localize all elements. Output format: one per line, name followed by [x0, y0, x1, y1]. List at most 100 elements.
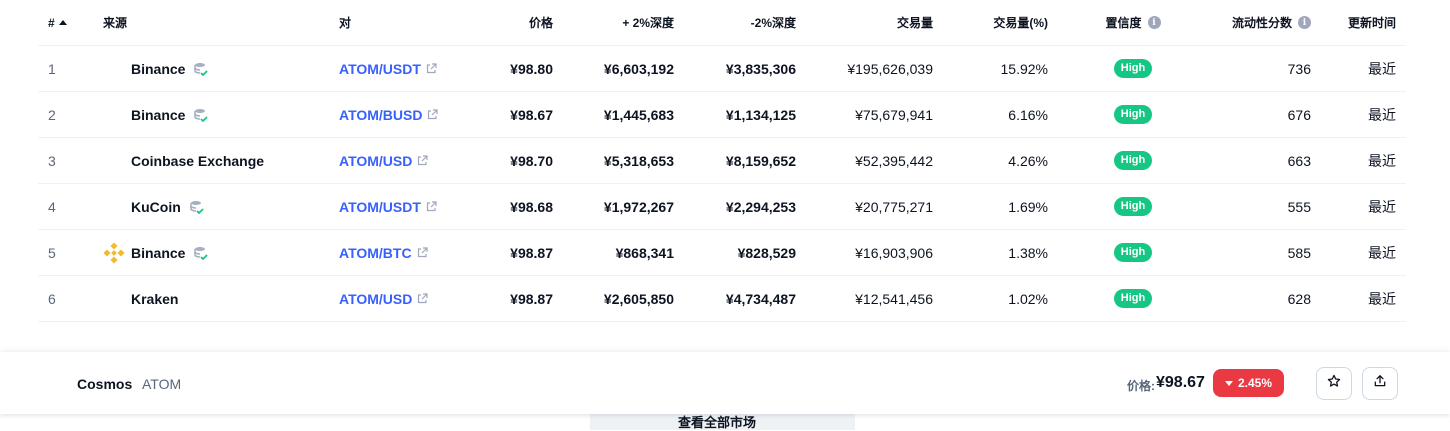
updated: 最近 [1368, 198, 1396, 215]
volume-pct: 15.92% [1000, 60, 1048, 77]
plus-depth: ¥5,318,653 [603, 152, 674, 169]
liquidity-score: 663 [1287, 152, 1311, 169]
share-button[interactable] [1362, 367, 1398, 400]
exchange-cell[interactable]: Kraken [103, 276, 323, 321]
price: ¥98.68 [510, 198, 553, 215]
row-num: 6 [48, 290, 56, 307]
updated: 最近 [1368, 152, 1396, 169]
exchange-cell[interactable]: Binance [103, 92, 323, 137]
external-link-icon[interactable] [426, 63, 437, 74]
confidence-badge: High [1113, 197, 1153, 216]
pair-link[interactable]: ATOM/BTC [339, 230, 489, 275]
volume: ¥16,903,906 [855, 244, 933, 261]
price: ¥98.87 [510, 244, 553, 261]
pair-link[interactable]: ATOM/USD [339, 276, 489, 321]
plus-depth: ¥868,341 [615, 244, 674, 261]
price-change-badge: 2.45% [1213, 369, 1284, 397]
exchange-cell[interactable]: Binance [103, 46, 323, 91]
updated: 最近 [1368, 106, 1396, 123]
updated: 最近 [1368, 290, 1396, 307]
sticky-coin-bar: Cosmos ATOM 价格: ¥98.67 2.45% [0, 352, 1450, 414]
info-icon[interactable]: i [1298, 16, 1311, 29]
coin-name: Cosmos [77, 376, 133, 392]
price: ¥98.87 [510, 290, 553, 307]
pair-link[interactable]: ATOM/USDT [339, 184, 489, 229]
header-pair[interactable]: 对 [339, 0, 489, 45]
confidence-cell: High [1078, 276, 1188, 321]
header-minus-depth[interactable]: -2%深度 [688, 0, 796, 45]
exchange-name[interactable]: KuCoin [131, 199, 181, 215]
external-link-icon[interactable] [417, 155, 428, 166]
external-link-icon[interactable] [417, 247, 428, 258]
watchlist-star-button[interactable] [1316, 367, 1352, 400]
price-change-value: 2.45% [1237, 376, 1273, 390]
header-volume[interactable]: 交易量 [808, 0, 933, 45]
liquidity-score: 585 [1287, 244, 1311, 261]
minus-depth: ¥3,835,306 [725, 60, 796, 77]
confidence-badge: High [1113, 105, 1153, 124]
header-source[interactable]: 来源 [103, 0, 323, 45]
header-plus-depth[interactable]: + 2%深度 [568, 0, 674, 45]
markets-table: # 来源 对 价格 + 2%深度 -2%深度 交易量 交易量(%) 置信度 i 流… [38, 0, 1406, 322]
confidence-cell: High [1078, 230, 1188, 275]
volume: ¥20,775,271 [855, 198, 933, 215]
liquidity-score: 555 [1287, 198, 1311, 215]
volume: ¥12,541,456 [855, 290, 933, 307]
price: ¥98.70 [510, 152, 553, 169]
header-num[interactable]: # [48, 0, 88, 45]
exchange-cell[interactable]: Binance [103, 230, 323, 275]
volume-pct: 6.16% [1008, 106, 1048, 123]
confidence-cell: High [1078, 184, 1188, 229]
star-icon [1327, 374, 1341, 393]
exchange-name[interactable]: Coinbase Exchange [131, 153, 264, 169]
table-row: 6 Kraken ATOM/USD ¥98.87 ¥2,605,850 ¥4,7… [38, 276, 1406, 322]
row-num: 3 [48, 152, 56, 169]
plus-depth: ¥2,605,850 [603, 290, 674, 307]
confidence-cell: High [1078, 46, 1188, 91]
plus-depth: ¥6,603,192 [603, 60, 674, 77]
liquidity-score: 676 [1287, 106, 1311, 123]
minus-depth: ¥828,529 [737, 244, 796, 261]
table-row: 1 Binance ATOM/USDT ¥98.80 ¥6,603,192 ¥3… [38, 46, 1406, 92]
exchange-name[interactable]: Kraken [131, 291, 178, 307]
header-volume-pct[interactable]: 交易量(%) [938, 0, 1048, 45]
plus-depth: ¥1,445,683 [603, 106, 674, 123]
volume: ¥75,679,941 [855, 106, 933, 123]
external-link-icon[interactable] [427, 109, 439, 120]
minus-depth: ¥4,734,487 [725, 290, 796, 307]
info-icon[interactable]: i [1147, 16, 1161, 29]
pair-link[interactable]: ATOM/USDT [339, 46, 489, 91]
verified-icon [189, 199, 205, 215]
table-row: 5 Binance ATOM/BTC ¥98.87 ¥868,341 ¥828,… [38, 230, 1406, 276]
pair-link[interactable]: ATOM/BUSD [339, 92, 489, 137]
external-link-icon[interactable] [426, 201, 437, 212]
pair-link[interactable]: ATOM/USD [339, 138, 489, 183]
confidence-badge: High [1113, 151, 1153, 170]
exchange-cell[interactable]: Coinbase Exchange [103, 138, 323, 183]
exchange-name[interactable]: Binance [131, 245, 185, 261]
row-num: 4 [48, 198, 56, 215]
exchange-name[interactable]: Binance [131, 107, 185, 123]
header-confidence[interactable]: 置信度 i [1078, 0, 1188, 45]
table-header: # 来源 对 价格 + 2%深度 -2%深度 交易量 交易量(%) 置信度 i 流… [38, 0, 1406, 46]
row-num: 1 [48, 60, 56, 77]
binance-logo [103, 241, 125, 264]
minus-depth: ¥8,159,652 [725, 152, 796, 169]
volume: ¥52,395,442 [855, 152, 933, 169]
exchange-cell[interactable]: KuCoin [103, 184, 323, 229]
confidence-cell: High [1078, 92, 1188, 137]
verified-icon [193, 61, 209, 77]
minus-depth: ¥1,134,125 [725, 106, 796, 123]
header-price[interactable]: 价格 [478, 0, 553, 45]
view-all-markets-label: 查看全部市场 [678, 415, 757, 430]
external-link-icon[interactable] [417, 293, 428, 304]
volume: ¥195,626,039 [847, 60, 933, 77]
confidence-cell: High [1078, 138, 1188, 183]
exchange-name[interactable]: Binance [131, 61, 185, 77]
header-liquidity[interactable]: 流动性分数 i [1198, 0, 1311, 45]
verified-icon [193, 107, 209, 123]
volume-pct: 1.38% [1008, 244, 1048, 261]
verified-icon [193, 245, 209, 261]
header-updated[interactable]: 更新时间 [1328, 0, 1396, 45]
price-value: ¥98.67 [1156, 374, 1205, 391]
